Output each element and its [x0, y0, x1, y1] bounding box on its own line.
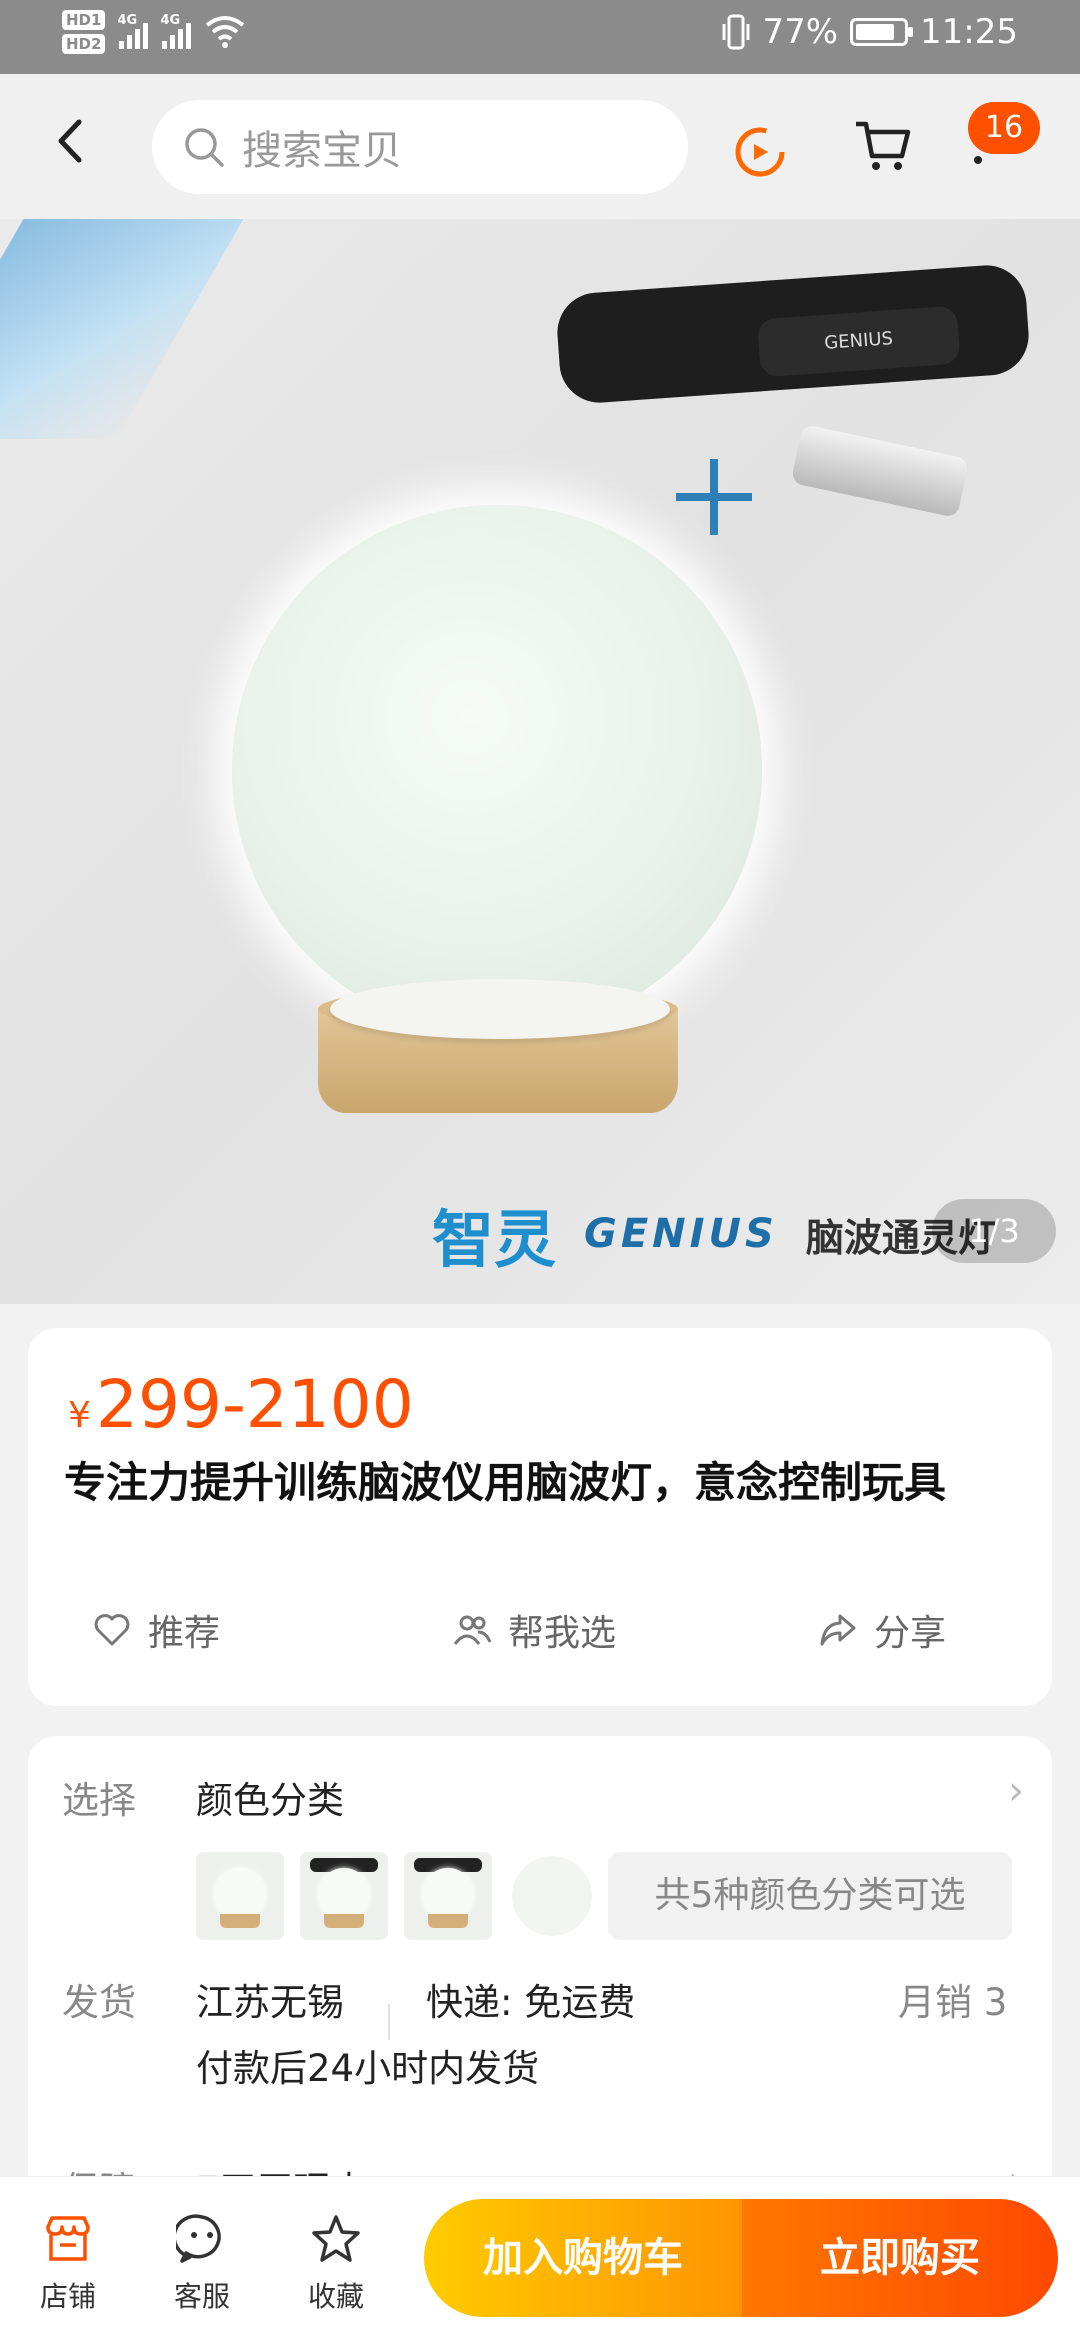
- product-info-card: ¥ 299-2100 专注力提升训练脑波仪用脑波灯，意念控制玩具 推荐 帮我选 …: [28, 1328, 1052, 1706]
- signal-2-icon: 4G: [160, 13, 192, 49]
- product-image-carousel[interactable]: GENIUS 智灵 GENIUS 脑波通灵灯 1/3: [0, 219, 1080, 1304]
- status-left: HD1 HD2 4G 4G: [62, 10, 245, 54]
- color-thumbnails: [196, 1852, 596, 1940]
- network-2-label: 4G: [160, 13, 181, 28]
- brand-en: GENIUS: [584, 1211, 778, 1257]
- decorative-band: [0, 219, 244, 439]
- help-me-choose-button[interactable]: 帮我选: [452, 1604, 616, 1656]
- product-title: 专注力提升训练脑波仪用脑波灯，意念控制玩具: [64, 1458, 947, 1507]
- usb-dongle-image: [790, 423, 970, 519]
- chevron-right-icon: ›: [1008, 1768, 1024, 1814]
- search-icon: [185, 128, 224, 167]
- brand-cn: 智灵: [432, 1203, 557, 1276]
- vibrate-icon: [722, 14, 750, 50]
- chat-icon: [176, 2214, 221, 2263]
- price: ¥ 299-2100: [68, 1366, 414, 1443]
- store-label: 店铺: [39, 2280, 96, 2313]
- plus-icon: [676, 459, 752, 535]
- shipping-label: 发货: [62, 1981, 136, 2024]
- color-thumb-1[interactable]: [196, 1852, 284, 1940]
- divider: [388, 2004, 390, 2040]
- search-placeholder: 搜索宝贝: [242, 128, 402, 174]
- hd1-badge: HD1: [62, 10, 106, 30]
- color-count-pill[interactable]: 共5种颜色分类可选: [608, 1852, 1012, 1940]
- store-icon: [46, 2216, 90, 2261]
- color-thumb-2[interactable]: [300, 1852, 388, 1940]
- select-label: 选择: [62, 1779, 136, 1822]
- dispatch-time: 付款后24小时内发货: [196, 2047, 540, 2090]
- price-range: 299-2100: [96, 1366, 414, 1443]
- customer-service-button[interactable]: 客服: [152, 2213, 252, 2315]
- share-rotate-icon[interactable]: [732, 122, 788, 178]
- image-pager: 1/3: [932, 1199, 1056, 1263]
- hd-indicators: HD1 HD2: [62, 10, 106, 54]
- cart-count-badge: 16: [968, 102, 1040, 154]
- recommend-label: 推荐: [148, 1613, 221, 1654]
- network-1-label: 4G: [117, 13, 138, 28]
- monthly-sales: 月销 3: [898, 1981, 1008, 2024]
- chevron-left-icon: [58, 119, 82, 163]
- battery-percent: 77%: [762, 12, 839, 52]
- search-input[interactable]: 搜索宝贝: [152, 100, 688, 194]
- hd2-badge: HD2: [62, 34, 106, 54]
- status-right: 77% 11:25: [722, 12, 1018, 52]
- battery-icon: [850, 18, 914, 46]
- back-button[interactable]: [55, 116, 105, 176]
- shipping-origin: 江苏无锡: [196, 1981, 344, 2024]
- currency-symbol: ¥: [68, 1395, 91, 1436]
- signal-1-icon: 4G: [117, 13, 149, 49]
- clock: 11:25: [920, 12, 1018, 52]
- share-icon: [820, 1614, 856, 1646]
- share-label: 分享: [874, 1613, 947, 1654]
- people-icon: [453, 1615, 492, 1645]
- brand-logo: 智灵 GENIUS 脑波通灵灯: [432, 1189, 996, 1279]
- favorite-button[interactable]: 收藏: [286, 2213, 386, 2315]
- store-button[interactable]: 店铺: [18, 2213, 118, 2315]
- cart-icon[interactable]: [852, 116, 912, 176]
- express-fee: 快递: 免运费: [426, 1981, 636, 2024]
- bottom-action-bar: 店铺 客服 收藏 加入购物车 立即购买: [0, 2176, 1080, 2340]
- help-me-choose-label: 帮我选: [508, 1613, 617, 1654]
- lamp-plate-image: [330, 979, 670, 1039]
- share-button[interactable]: 分享: [818, 1604, 946, 1656]
- recommend-button[interactable]: 推荐: [92, 1604, 220, 1656]
- headband-image: GENIUS: [554, 262, 1032, 406]
- headband-module-label: GENIUS: [756, 305, 961, 378]
- star-icon: [312, 2215, 360, 2262]
- top-nav: 搜索宝贝 16: [0, 74, 1080, 219]
- status-bar: HD1 HD2 4G 4G 77% 11:25: [0, 0, 1080, 74]
- color-thumb-4[interactable]: [508, 1852, 596, 1940]
- buy-now-button[interactable]: 立即购买: [742, 2199, 1058, 2317]
- favorite-label: 收藏: [307, 2280, 364, 2313]
- heart-icon: [94, 1614, 130, 1646]
- wifi-icon: [206, 16, 245, 48]
- customer-service-label: 客服: [173, 2280, 230, 2313]
- select-value: 颜色分类: [196, 1779, 344, 1822]
- lamp-sphere-image: [232, 505, 762, 1035]
- add-to-cart-button[interactable]: 加入购物车: [424, 2199, 742, 2317]
- color-thumb-3[interactable]: [404, 1852, 492, 1940]
